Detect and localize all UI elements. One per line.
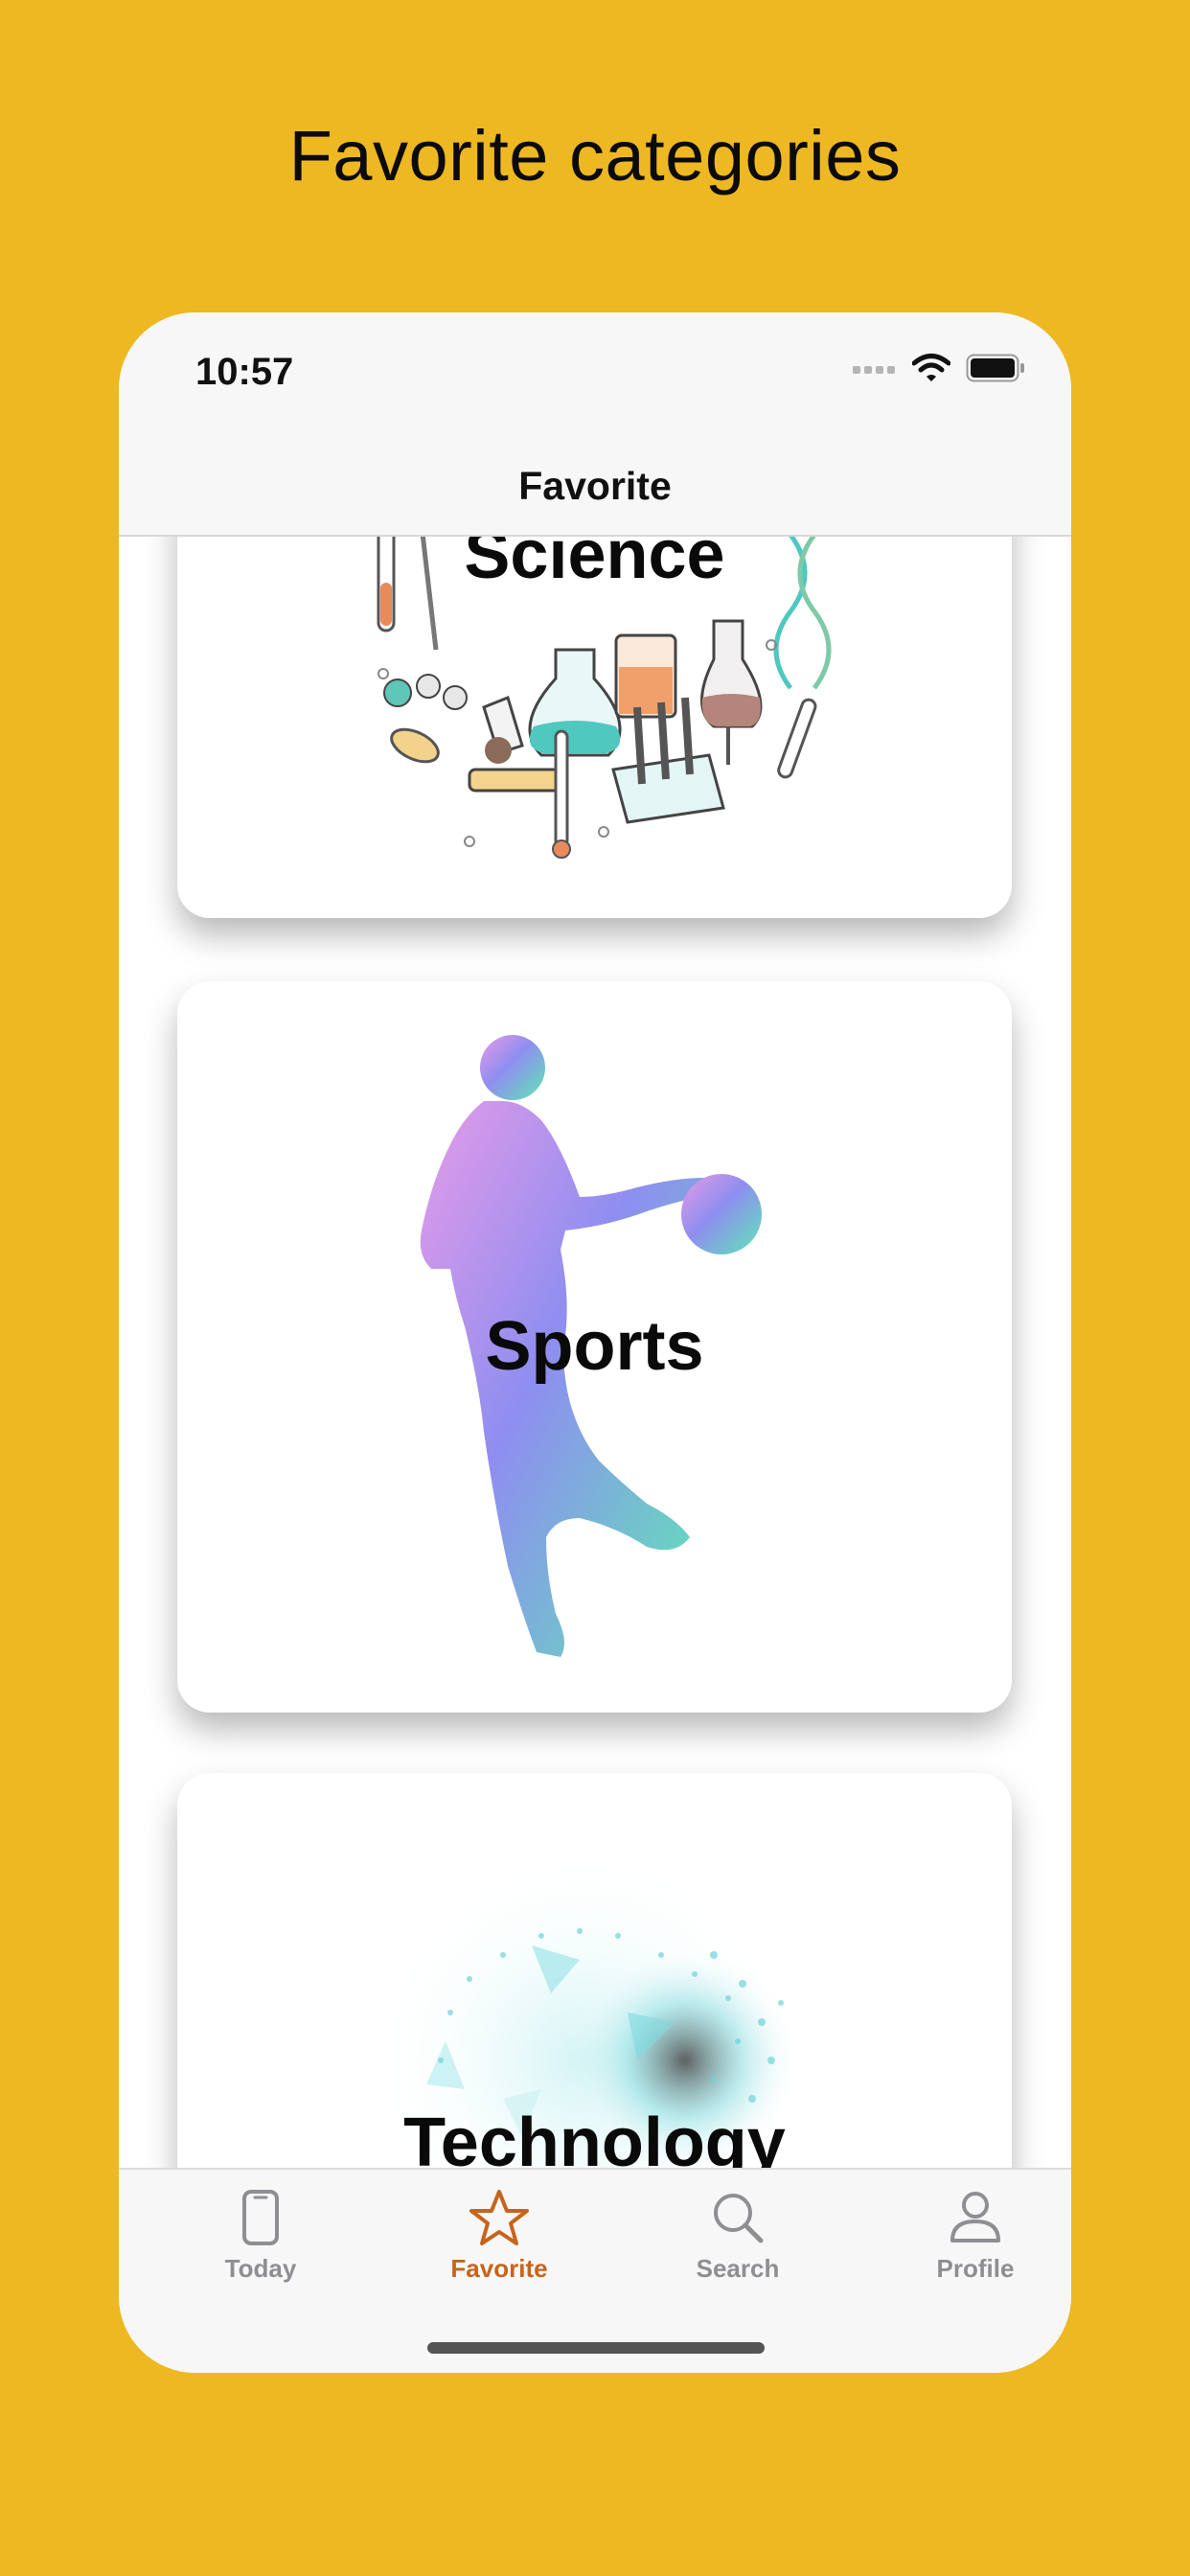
tab-label-today: Today [224, 2254, 297, 2283]
status-time: 10:57 [195, 351, 294, 393]
tab-label-profile: Profile [936, 2254, 1015, 2283]
category-card-science[interactable]: Science [177, 535, 1012, 918]
category-card-sports[interactable]: Sports [177, 981, 1012, 1713]
tab-label-search: Search [696, 2254, 780, 2283]
navigation-bar: Favorite [119, 437, 1071, 537]
tab-profile[interactable]: Profile [880, 2189, 1071, 2284]
card-label-science: Science [464, 535, 725, 593]
tab-search[interactable]: Search [642, 2189, 834, 2284]
headline: Favorite categories [288, 116, 902, 196]
home-indicator[interactable] [427, 2342, 765, 2354]
card-label-sports: Sports [485, 1308, 704, 1385]
tab-today[interactable]: Today [165, 2189, 356, 2284]
star-icon [469, 2190, 529, 2245]
nav-title: Favorite [518, 464, 672, 508]
status-icons [853, 353, 1025, 383]
person-icon [950, 2192, 1000, 2242]
search-icon [714, 2194, 764, 2243]
phone-frame: 10:57 Favorite Science Sports Technology… [119, 312, 1071, 2373]
phone-icon [242, 2190, 279, 2245]
cellular-signal-icon [853, 366, 895, 374]
wifi-icon [912, 354, 950, 381]
battery-icon [966, 354, 1024, 382]
tab-favorite[interactable]: Favorite [403, 2189, 595, 2284]
category-card-technology[interactable]: Technology [177, 1773, 1012, 2193]
status-bar: 10:57 [119, 312, 1071, 437]
tab-label-favorite: Favorite [450, 2254, 548, 2283]
category-list[interactable]: Science Sports Technology [119, 535, 1071, 2193]
